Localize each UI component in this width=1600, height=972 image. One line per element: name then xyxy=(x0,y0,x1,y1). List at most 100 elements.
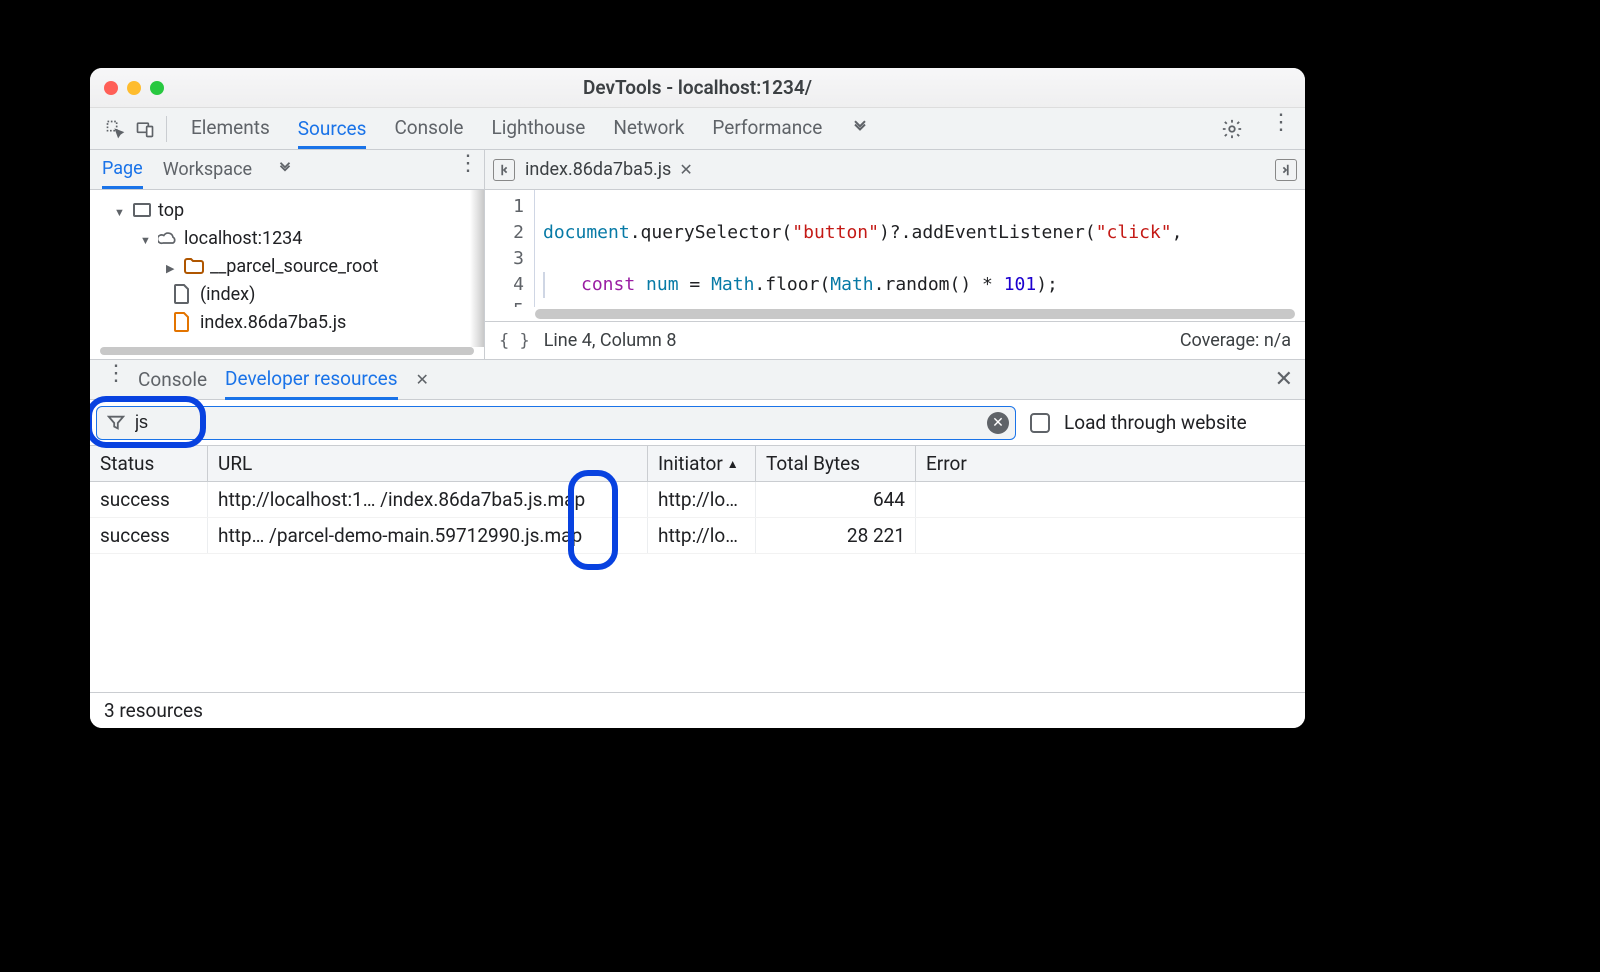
cell-bytes: 644 xyxy=(756,482,916,517)
col-status[interactable]: Status xyxy=(90,446,208,481)
drawer-tab-developer-resources[interactable]: Developer resources xyxy=(225,367,397,400)
navigator-tab-page[interactable]: Page xyxy=(102,158,143,189)
cell-url: http… /parcel-demo-main.59712990.js.map xyxy=(208,518,648,553)
col-error[interactable]: Error xyxy=(916,446,1305,481)
line-number: 1 xyxy=(485,194,524,220)
source-editor-pane: index.86da7ba5.js ✕ 1 2 3 4 5 document.q… xyxy=(485,150,1305,359)
vertical-scrollbar[interactable] xyxy=(470,190,484,347)
disclosure-icon[interactable] xyxy=(166,256,178,277)
inspect-element-icon[interactable] xyxy=(100,119,130,139)
settings-icon[interactable] xyxy=(1217,118,1247,140)
load-through-website-checkbox[interactable] xyxy=(1030,413,1050,433)
editor-file-tab-label: index.86da7ba5.js xyxy=(525,159,671,180)
col-url[interactable]: URL xyxy=(208,446,648,481)
file-tree[interactable]: top localhost:1234 __parcel_source_root … xyxy=(90,190,484,347)
js-file-icon xyxy=(174,312,194,332)
tab-console[interactable]: Console xyxy=(394,116,463,141)
collapse-debugger-icon[interactable] xyxy=(1275,159,1297,181)
table-body: success http://localhost:1… /index.86da7… xyxy=(90,482,1305,692)
folder-icon xyxy=(184,256,204,276)
tab-sources[interactable]: Sources xyxy=(298,117,367,149)
resource-count: 3 resources xyxy=(104,699,203,722)
sources-upper: Page Workspace top localhost:1234 xyxy=(90,150,1305,360)
col-initiator[interactable]: Initiator▲ xyxy=(648,446,756,481)
load-through-website-label: Load through website xyxy=(1064,411,1247,434)
frame-icon xyxy=(132,200,152,220)
tree-label: localhost:1234 xyxy=(184,228,302,249)
more-tabs-icon[interactable] xyxy=(850,117,870,141)
tree-folder[interactable]: __parcel_source_root xyxy=(96,252,484,280)
window-title: DevTools - localhost:1234/ xyxy=(90,76,1305,99)
main-tabs: Elements Sources Console Lighthouse Netw… xyxy=(191,116,1217,141)
devtools-window: DevTools - localhost:1234/ Elements Sour… xyxy=(90,68,1305,728)
table-header: Status URL Initiator▲ Total Bytes Error xyxy=(90,446,1305,482)
toolbar-right xyxy=(1217,118,1291,140)
editor-file-tab[interactable]: index.86da7ba5.js ✕ xyxy=(525,159,693,180)
drawer-tab-console[interactable]: Console xyxy=(138,368,207,391)
cell-status: success xyxy=(90,518,208,553)
line-number: 3 xyxy=(485,246,524,272)
document-icon xyxy=(174,284,194,304)
device-toolbar-icon[interactable] xyxy=(130,119,160,139)
cloud-icon xyxy=(158,228,178,248)
tree-label: (index) xyxy=(200,284,255,305)
cursor-position: Line 4, Column 8 xyxy=(544,330,677,351)
filter-input-wrap: ✕ xyxy=(96,406,1016,440)
main-tabbar: Elements Sources Console Lighthouse Netw… xyxy=(90,108,1305,150)
horizontal-scrollbar[interactable] xyxy=(100,347,474,355)
close-drawer-icon[interactable]: ✕ xyxy=(1275,367,1293,392)
tree-index[interactable]: (index) xyxy=(96,280,484,308)
tree-top-frame[interactable]: top xyxy=(96,196,484,224)
tree-label: __parcel_source_root xyxy=(210,256,378,277)
close-tab-icon[interactable]: ✕ xyxy=(679,160,692,179)
coverage-status: Coverage: n/a xyxy=(1180,330,1291,351)
line-gutter: 1 2 3 4 5 xyxy=(485,190,535,307)
cell-bytes: 28 221 xyxy=(756,518,916,553)
line-number: 5 xyxy=(485,298,524,307)
cell-error xyxy=(916,518,1305,553)
line-number: 2 xyxy=(485,220,524,246)
cell-initiator: http://lo… xyxy=(648,482,756,517)
navigator-tab-workspace[interactable]: Workspace xyxy=(163,159,252,180)
more-menu-icon[interactable] xyxy=(1261,118,1291,140)
tab-performance[interactable]: Performance xyxy=(712,116,822,141)
collapse-navigator-icon[interactable] xyxy=(493,159,515,181)
tab-network[interactable]: Network xyxy=(613,116,684,141)
resources-table: Status URL Initiator▲ Total Bytes Error … xyxy=(90,446,1305,692)
tree-label: index.86da7ba5.js xyxy=(200,312,346,333)
navigator-tabs: Page Workspace xyxy=(90,150,484,190)
drawer-tabbar: Console Developer resources ✕ ✕ xyxy=(90,360,1305,400)
tree-jsfile[interactable]: index.86da7ba5.js xyxy=(96,308,484,336)
cell-status: success xyxy=(90,482,208,517)
navigator-pane: Page Workspace top localhost:1234 xyxy=(90,150,485,359)
code-editor[interactable]: 1 2 3 4 5 document.querySelector("button… xyxy=(485,190,1305,307)
disclosure-icon[interactable] xyxy=(114,200,126,221)
tab-lighthouse[interactable]: Lighthouse xyxy=(491,116,585,141)
disclosure-icon[interactable] xyxy=(140,228,152,249)
drawer-status-bar: 3 resources xyxy=(90,692,1305,728)
tree-label: top xyxy=(158,200,184,221)
editor-status-bar: { } Line 4, Column 8 Coverage: n/a xyxy=(485,321,1305,359)
filter-icon xyxy=(107,414,125,432)
drawer-kebab-icon[interactable] xyxy=(102,369,120,391)
editor-tabbar: index.86da7ba5.js ✕ xyxy=(485,150,1305,190)
navigator-more-icon[interactable] xyxy=(276,159,296,181)
code-lines: document.querySelector("button")?.addEve… xyxy=(535,190,1190,307)
cell-error xyxy=(916,482,1305,517)
line-number: 4 xyxy=(485,272,524,298)
cell-initiator: http://lo… xyxy=(648,518,756,553)
close-drawer-tab-icon[interactable]: ✕ xyxy=(416,370,429,389)
col-bytes[interactable]: Total Bytes xyxy=(756,446,916,481)
window-titlebar: DevTools - localhost:1234/ xyxy=(90,68,1305,108)
table-row[interactable]: success http://localhost:1… /index.86da7… xyxy=(90,482,1305,518)
drawer: Console Developer resources ✕ ✕ ✕ Load t… xyxy=(90,360,1305,728)
navigator-kebab-icon[interactable] xyxy=(454,159,472,181)
pretty-print-icon[interactable]: { } xyxy=(499,331,530,351)
filter-input[interactable] xyxy=(133,411,979,434)
tree-host[interactable]: localhost:1234 xyxy=(96,224,484,252)
table-row[interactable]: success http… /parcel-demo-main.59712990… xyxy=(90,518,1305,554)
cell-url: http://localhost:1… /index.86da7ba5.js.m… xyxy=(208,482,648,517)
editor-horizontal-scrollbar[interactable] xyxy=(535,309,1295,319)
clear-filter-icon[interactable]: ✕ xyxy=(987,412,1009,434)
tab-elements[interactable]: Elements xyxy=(191,116,270,141)
